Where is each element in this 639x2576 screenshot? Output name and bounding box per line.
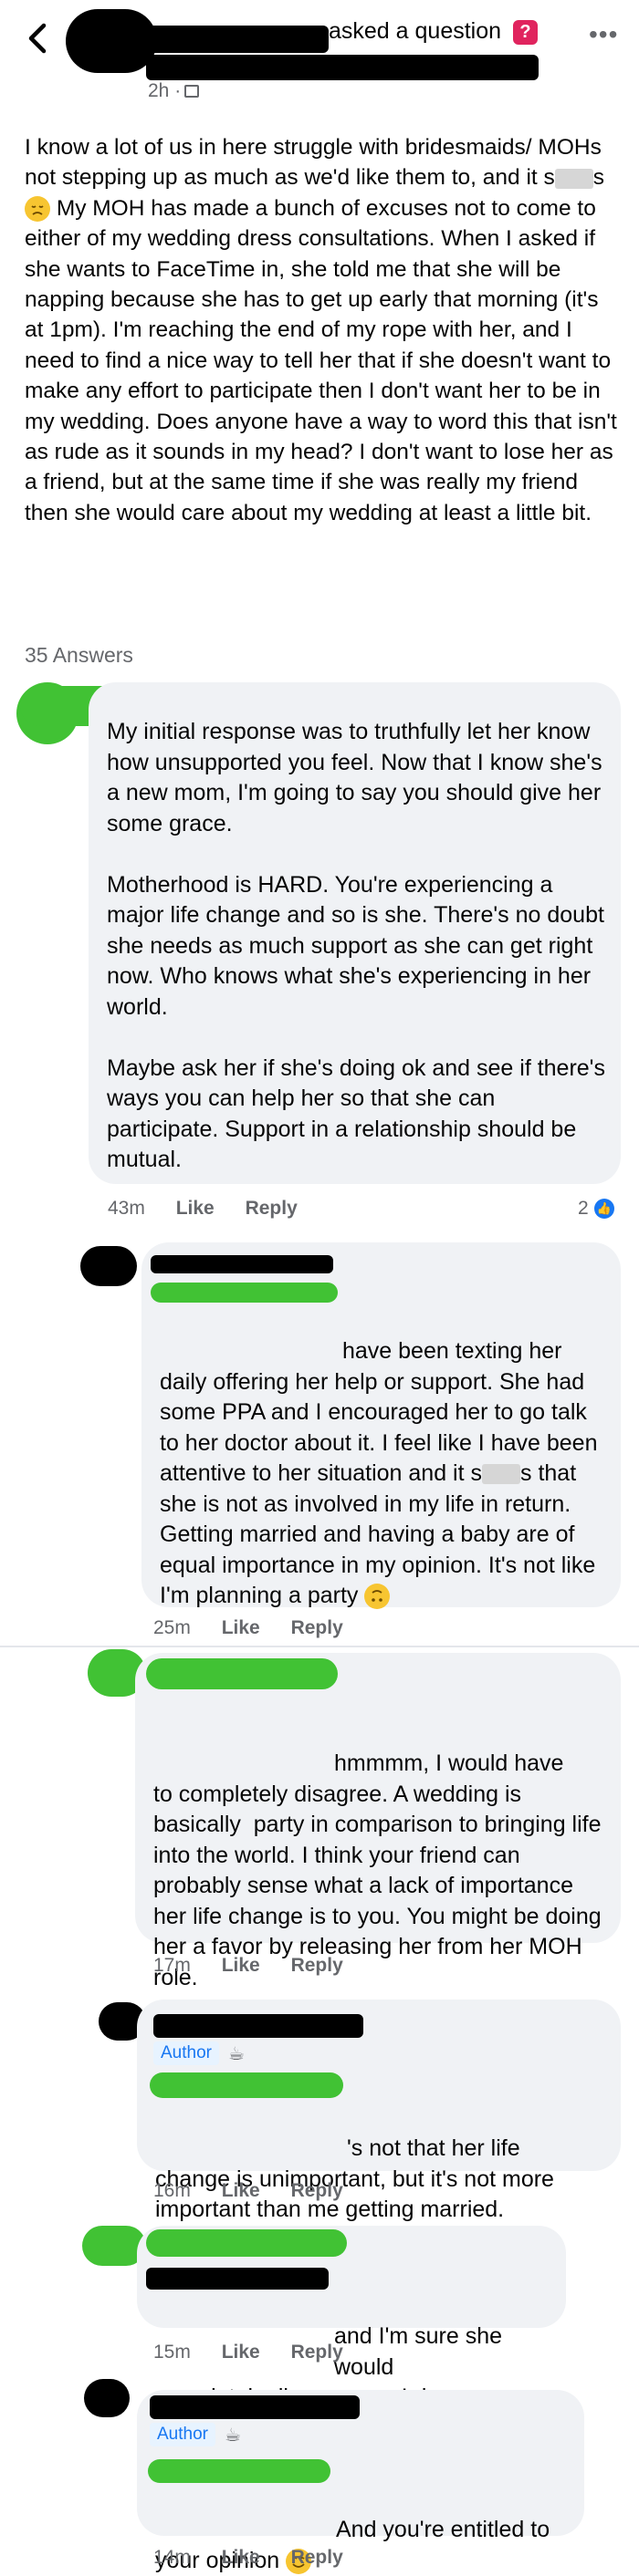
redacted-commenter-name xyxy=(151,1255,333,1273)
comment-actions: 15m Like Reply xyxy=(153,2342,343,2363)
comment-actions: 16m Like Reply xyxy=(153,2180,343,2201)
reply-button[interactable]: Reply xyxy=(291,2180,343,2201)
comment-bubble: hmmmm, I would have to completely disagre… xyxy=(135,1653,621,1990)
coffee-cup-icon: ☕ xyxy=(227,2044,245,2065)
reply-button[interactable]: Reply xyxy=(291,2342,343,2363)
like-button[interactable]: Like xyxy=(222,1955,260,1976)
more-options-icon[interactable]: ••• xyxy=(589,20,618,49)
censored-word xyxy=(554,168,593,189)
redacted-commenter-name xyxy=(146,2229,347,2257)
reply-button[interactable]: Reply xyxy=(291,1617,343,1638)
redacted-commenter-name xyxy=(153,2014,363,2038)
author-badge: Author xyxy=(153,2041,219,2065)
comment-bubble: and I'm sure she wouldcompletely disagre… xyxy=(137,2226,566,2410)
like-button[interactable]: Like xyxy=(222,1617,260,1638)
comment-actions: 14m Like Reply xyxy=(153,2547,343,2568)
thread-divider xyxy=(0,1646,639,1647)
comment-actions: 25m Like Reply xyxy=(153,1617,343,1638)
comment-actions: 43m Like Reply xyxy=(108,1198,298,1219)
comment-text: My initial response was to truthfully le… xyxy=(107,719,605,1172)
reply-button[interactable]: Reply xyxy=(291,2547,343,2568)
reply-button[interactable]: Reply xyxy=(246,1198,298,1219)
comment-actions: 17m Like Reply xyxy=(153,1955,343,1976)
like-reaction-icon: 👍 xyxy=(593,1199,614,1220)
redacted-name xyxy=(137,26,329,53)
comment-bubble: have been texting her daily offering her … xyxy=(141,1242,621,1610)
post-body: I know a lot of us in here struggle with… xyxy=(25,132,618,528)
reply-button[interactable]: Reply xyxy=(291,1955,343,1976)
censored-word xyxy=(482,1464,520,1485)
answers-count[interactable]: 35 Answers xyxy=(25,643,133,668)
like-button[interactable]: Like xyxy=(222,2342,260,2363)
comment-text: have been texting her daily offering her … xyxy=(160,1338,604,1610)
redacted-group-name xyxy=(146,55,539,80)
back-arrow-icon[interactable] xyxy=(24,20,51,57)
avatar[interactable] xyxy=(84,2379,130,2417)
audience-icon xyxy=(184,85,200,99)
disappointed-emoji-icon xyxy=(25,196,50,223)
asked-question-label: asked a question xyxy=(329,18,502,44)
post-text: I know a lot of us in here struggle with… xyxy=(25,135,623,525)
avatar[interactable] xyxy=(80,1246,137,1286)
coffee-cup-icon: ☕ xyxy=(224,2425,241,2446)
reaction-count[interactable]: 2 👍 xyxy=(578,1198,614,1220)
like-button[interactable]: Like xyxy=(222,2180,260,2201)
comment-bubble: Author ☕ And you're entitled to your opini… xyxy=(137,2390,584,2574)
comment-bubble: My initial response was to truthfully le… xyxy=(89,682,621,1184)
comment-bubble: Author ☕ 's not that her life change is un… xyxy=(137,2000,621,2222)
like-button[interactable]: Like xyxy=(176,1198,215,1219)
upside-down-smile-emoji-icon xyxy=(364,1584,391,1610)
post-timestamp: 2h · xyxy=(148,80,200,102)
redacted-commenter-name xyxy=(146,1658,338,1689)
redacted-commenter-name xyxy=(150,2395,360,2419)
post-header: asked a question ? ••• 2h · xyxy=(0,0,639,114)
like-button[interactable]: Like xyxy=(222,2547,260,2568)
author-badge: Author xyxy=(150,2423,215,2446)
question-badge-icon: ? xyxy=(513,20,538,45)
